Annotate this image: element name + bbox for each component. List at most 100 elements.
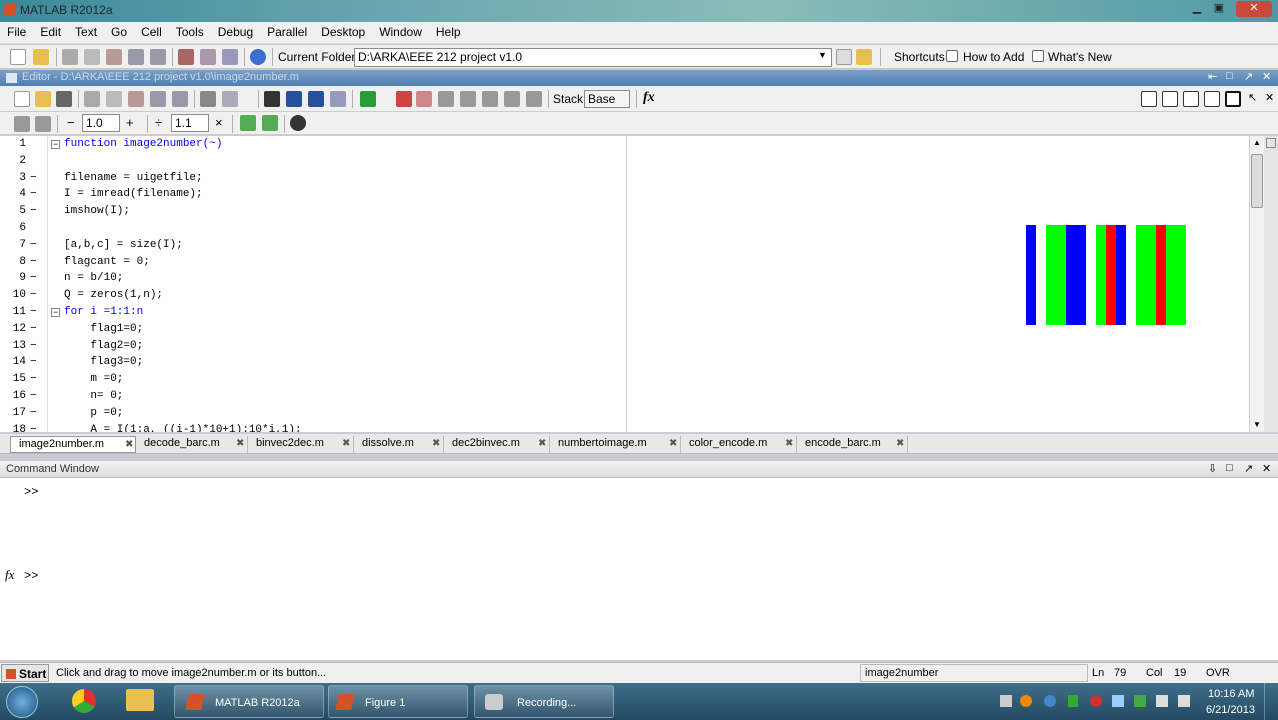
tray-app-icon[interactable] (1068, 695, 1078, 707)
tray-app-icon[interactable] (1044, 695, 1056, 707)
open-folder-icon[interactable] (33, 49, 49, 65)
breakpoint-marker[interactable]: − (30, 323, 37, 335)
breakpoint-marker[interactable]: − (30, 172, 37, 184)
command-input-prompt[interactable]: >> (24, 569, 38, 583)
undo-icon[interactable] (128, 49, 144, 65)
scroll-thumb[interactable] (1251, 154, 1263, 208)
step-in-icon[interactable] (460, 91, 476, 107)
clear-breakpoints-icon[interactable] (416, 91, 432, 107)
taskbar-figure[interactable]: Figure 1 (328, 685, 468, 718)
taskbar-matlab[interactable]: MATLAB R2012a (174, 685, 324, 718)
start-button[interactable]: Start (1, 664, 49, 682)
tray-app-icon[interactable] (1020, 695, 1032, 707)
evaluate-cell-icon[interactable] (240, 115, 256, 131)
code-line[interactable]: I = imread(filename); (64, 188, 203, 200)
close-tab-icon[interactable]: ✖ (538, 438, 546, 449)
show-desktop-button[interactable] (1264, 683, 1278, 720)
close-tab-icon[interactable]: ✖ (669, 438, 677, 449)
close-tab-icon[interactable]: ✖ (236, 438, 244, 449)
divide-button[interactable]: ÷ (155, 115, 162, 130)
breakpoint-marker[interactable]: − (30, 340, 37, 352)
undock-icon[interactable]: ↗ (1244, 462, 1253, 475)
redo-icon[interactable] (150, 49, 166, 65)
function-icon[interactable] (330, 91, 346, 107)
new-file-icon[interactable] (10, 49, 26, 65)
undo-icon[interactable] (150, 91, 166, 107)
fold-toggle-icon[interactable]: − (51, 140, 60, 149)
tray-tools-icon[interactable] (1000, 695, 1012, 707)
restore-icon[interactable]: ▣ (1208, 1, 1230, 17)
forward-icon[interactable] (308, 91, 324, 107)
undock-icon[interactable]: ⇤ (1208, 70, 1217, 83)
redo-icon[interactable] (172, 91, 188, 107)
explorer-icon[interactable] (126, 689, 154, 711)
cell-value-input[interactable]: 1.0 (82, 114, 120, 132)
maximize-icon[interactable]: □ (1226, 70, 1233, 82)
folder-up-icon[interactable] (856, 49, 872, 65)
menu-file[interactable]: File (0, 22, 33, 39)
code-line[interactable]: A = I(1:a, ((i-1)*10+1):10*i,1); (64, 424, 301, 432)
breakpoint-marker[interactable]: − (30, 205, 37, 217)
document-tab[interactable]: binvec2dec.m ✖ (248, 436, 354, 453)
breakpoint-marker[interactable]: − (30, 289, 37, 301)
code-line[interactable]: flagcant = 0; (64, 256, 150, 268)
close-icon[interactable]: ✕ (1262, 462, 1271, 475)
tray-app-icon[interactable] (1112, 695, 1124, 707)
document-tab[interactable]: color_encode.m ✖ (681, 436, 797, 453)
new-file-icon[interactable] (14, 91, 30, 107)
document-tab[interactable]: numbertoimage.m ✖ (550, 436, 681, 453)
simulink-icon[interactable] (178, 49, 194, 65)
volume-icon[interactable] (1178, 695, 1190, 707)
close-icon[interactable]: ✕ (1236, 1, 1272, 17)
code-line[interactable]: Q = zeros(1,n); (64, 289, 163, 301)
code-line[interactable]: [a,b,c] = size(I); (64, 239, 183, 251)
code-line[interactable]: n = b/10; (64, 272, 123, 284)
print-icon[interactable] (200, 91, 216, 107)
close-tab-icon[interactable]: ✖ (896, 438, 904, 449)
left-right-layout-icon[interactable] (1162, 91, 1178, 107)
code-line[interactable]: n= 0; (64, 390, 123, 402)
close-tab-icon[interactable]: ✖ (125, 439, 133, 450)
stack-select[interactable]: Base (584, 90, 630, 108)
menu-go[interactable]: Go (104, 22, 134, 39)
breakpoint-marker[interactable]: − (30, 188, 37, 200)
close-tab-icon[interactable]: ✖ (785, 438, 793, 449)
whats-new-link[interactable]: What's New (1048, 50, 1112, 64)
document-tab[interactable]: dissolve.m ✖ (354, 436, 444, 453)
cell-icon[interactable] (35, 116, 51, 132)
code-line[interactable]: filename = uigetfile; (64, 172, 203, 184)
close-icon[interactable]: ✕ (1265, 91, 1274, 104)
code-line[interactable]: flag1=0; (64, 323, 143, 335)
editor-scrollbar[interactable]: ▲ ▼ (1249, 136, 1264, 432)
code-line[interactable]: m =0; (64, 373, 123, 385)
function-hint-icon[interactable]: fx (5, 567, 14, 583)
code-editor[interactable]: 1 2 3−4−5−6 7−8−9−10−11−12−13−14−15−16−17−1… (0, 136, 626, 432)
code-line[interactable]: imshow(I); (64, 205, 130, 217)
step-icon[interactable] (438, 91, 454, 107)
cut-icon[interactable] (62, 49, 78, 65)
tile-layout-icon[interactable] (1141, 91, 1157, 107)
info-icon[interactable] (290, 115, 306, 131)
clock-time[interactable]: 10:16 AM (1208, 688, 1254, 700)
breakpoint-marker[interactable]: − (30, 256, 37, 268)
help-icon[interactable] (250, 49, 266, 65)
menu-cell[interactable]: Cell (134, 22, 169, 39)
chrome-icon[interactable] (72, 689, 96, 713)
decrement-button[interactable]: − (67, 115, 75, 130)
code-line[interactable]: p =0; (64, 407, 123, 419)
multiply-button[interactable]: × (215, 115, 223, 130)
back-icon[interactable] (286, 91, 302, 107)
document-tab[interactable]: dec2binvec.m ✖ (444, 436, 550, 453)
breakpoint-marker[interactable]: − (30, 424, 37, 432)
breakpoint-marker[interactable]: − (30, 390, 37, 402)
insert-cell-icon[interactable] (14, 116, 30, 132)
continue-icon[interactable] (504, 91, 520, 107)
profiler-icon[interactable] (222, 49, 238, 65)
tray-app-icon[interactable] (1090, 695, 1102, 707)
windows-start-icon[interactable] (6, 686, 38, 718)
code-line[interactable]: function image2number(~) (64, 138, 222, 150)
split-icon[interactable] (1266, 138, 1276, 148)
breakpoint-marker[interactable]: − (30, 272, 37, 284)
maximize-icon[interactable]: □ (1226, 462, 1233, 474)
menu-help[interactable]: Help (429, 22, 468, 39)
